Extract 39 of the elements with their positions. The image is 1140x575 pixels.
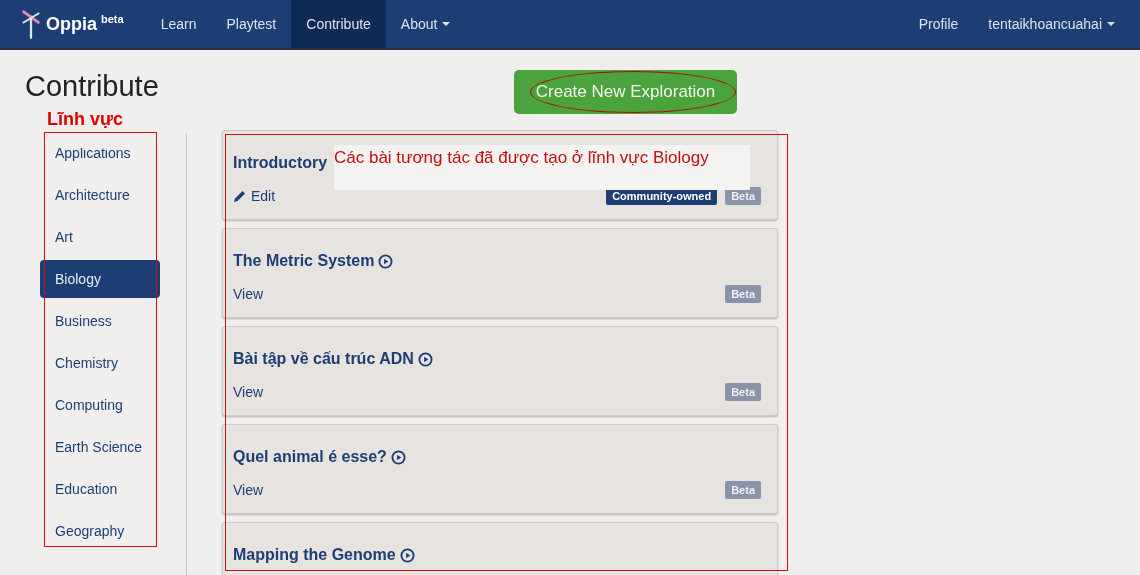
play-icon[interactable] <box>378 253 394 269</box>
category-item[interactable]: Applications <box>40 148 160 172</box>
view-link[interactable]: View <box>233 286 264 302</box>
nav-tab[interactable]: About <box>385 0 466 48</box>
nav-tab[interactable]: Learn <box>145 0 212 48</box>
category-item[interactable]: Biology <box>40 260 160 298</box>
annotation-note: Các bài tương tác đã được tạo ở lĩnh vực Biology <box>334 145 750 190</box>
annotation-label: Lĩnh vực <box>47 109 124 130</box>
category-item[interactable]: Computing <box>40 386 160 424</box>
nav-tab[interactable]: Playtest <box>211 0 292 48</box>
category-item[interactable]: Geography <box>40 512 160 550</box>
play-icon[interactable] <box>399 547 415 563</box>
status-badge: Beta <box>725 285 761 303</box>
category-item[interactable]: Chemistry <box>40 344 160 382</box>
nav-link[interactable]: Profile <box>903 0 974 48</box>
exploration-title[interactable]: The Metric System <box>233 252 375 270</box>
nav-tab[interactable]: Contribute <box>291 0 386 48</box>
category-item[interactable]: Education <box>40 470 160 508</box>
view-link[interactable]: View <box>233 384 264 400</box>
brand-name[interactable]: Oppia <box>46 13 97 35</box>
exploration-title[interactable]: Bài tập về cấu trúc ADN <box>233 350 414 368</box>
logo-icon <box>20 8 42 40</box>
exploration-title[interactable]: Quel animal é esse? <box>233 448 387 466</box>
page-title: Contribute <box>25 70 160 103</box>
edit-link[interactable]: Edit <box>233 188 276 204</box>
play-icon[interactable] <box>390 449 406 465</box>
view-link[interactable]: View <box>233 482 264 498</box>
exploration-title[interactable]: Introductory <box>233 154 328 172</box>
nav-link[interactable]: tentaikhoancuahai <box>973 0 1130 48</box>
play-icon[interactable] <box>417 351 433 367</box>
exploration-title[interactable]: Mapping the Genome <box>233 546 396 564</box>
status-badge: Beta <box>725 383 761 401</box>
category-item[interactable]: Architecture <box>40 176 160 214</box>
status-badge: Beta <box>725 481 761 499</box>
brand-tag: beta <box>101 13 124 25</box>
category-item[interactable]: Earth Science <box>40 428 160 466</box>
category-item[interactable]: Business <box>40 302 160 340</box>
pencil-icon <box>233 189 247 203</box>
category-item[interactable]: Art <box>40 218 160 256</box>
